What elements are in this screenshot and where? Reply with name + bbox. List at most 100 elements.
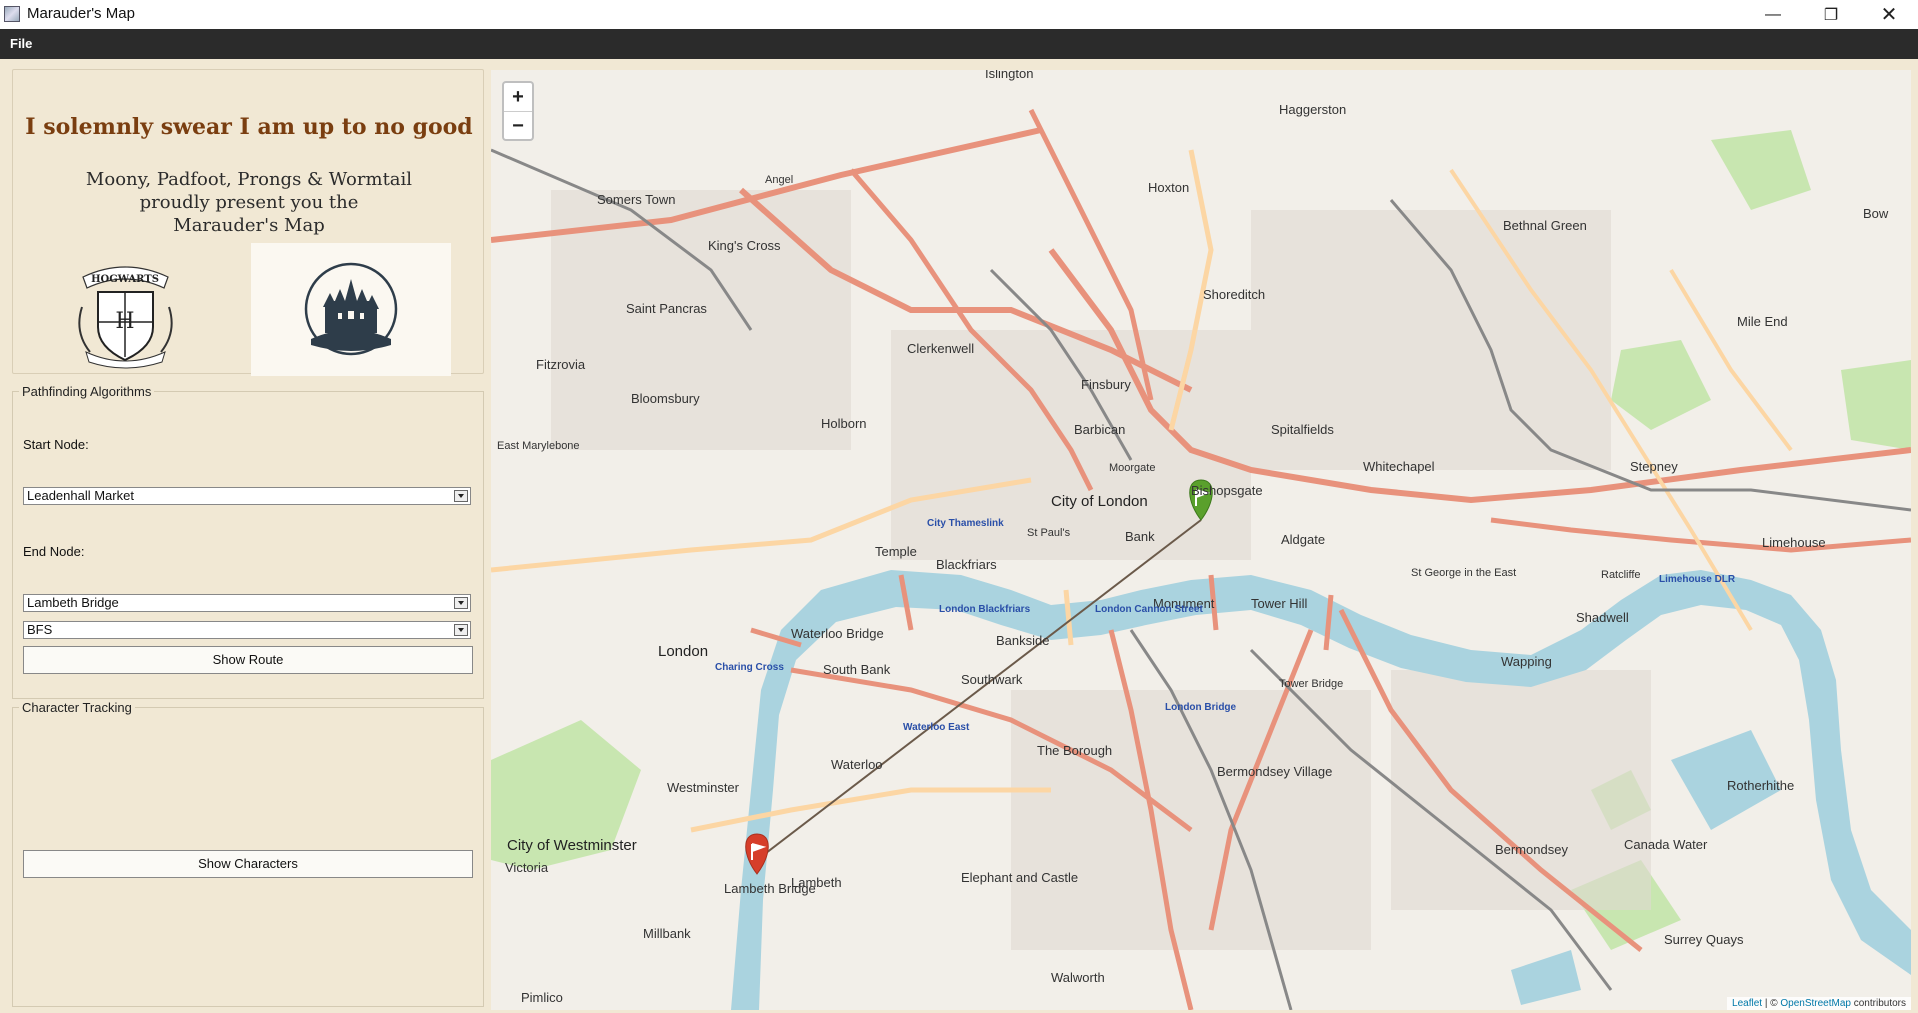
start-node-select[interactable]: Leadenhall Market xyxy=(23,487,471,505)
map-label: Somers Town xyxy=(597,192,676,207)
map-label: Canada Water xyxy=(1624,837,1708,852)
map-label: Charing Cross xyxy=(715,662,784,673)
map-label: Bermondsey Village xyxy=(1217,764,1333,779)
map-label: Bloomsbury xyxy=(631,391,700,406)
map-label: East Marylebone xyxy=(497,440,580,452)
castle-icon xyxy=(304,262,398,356)
map-label: Wapping xyxy=(1501,654,1552,669)
map-label: City of Westminster xyxy=(507,837,637,854)
start-node-label: Start Node: xyxy=(23,437,89,452)
chevron-down-icon[interactable] xyxy=(454,624,468,636)
map-label: Holborn xyxy=(821,416,867,431)
character-tracking-title: Character Tracking xyxy=(19,700,135,715)
map-label: Limehouse DLR xyxy=(1659,574,1736,585)
map-label: Bermondsey xyxy=(1495,842,1568,857)
end-node-value: Lambeth Bridge xyxy=(27,595,119,610)
map-label: Shoreditch xyxy=(1203,287,1266,302)
algorithm-select[interactable]: BFS xyxy=(23,621,471,639)
show-route-button[interactable]: Show Route xyxy=(23,646,473,674)
map-label: Moorgate xyxy=(1109,462,1156,474)
map-label: Tower Hill xyxy=(1251,596,1308,611)
pathfinding-group: Pathfinding Algorithms Start Node: Leade… xyxy=(12,384,484,699)
map-label: City Thameslink xyxy=(927,518,1004,529)
end-node-label: End Node: xyxy=(23,544,85,559)
zoom-control: + − xyxy=(502,81,534,141)
start-node-value: Leadenhall Market xyxy=(27,488,134,503)
map-label: Haggerston xyxy=(1279,102,1347,117)
maximize-button[interactable]: ❐ xyxy=(1802,0,1860,29)
map-label: Waterloo xyxy=(831,757,883,772)
map-label: City of London xyxy=(1051,493,1148,510)
map-label: Bow xyxy=(1863,206,1889,221)
openstreetmap-link[interactable]: OpenStreetMap xyxy=(1780,998,1851,1009)
map-label: Saint Pancras xyxy=(626,301,707,316)
castle-image xyxy=(251,243,451,376)
algorithm-value: BFS xyxy=(27,622,53,637)
map-label: Ratcliffe xyxy=(1601,569,1641,581)
left-panel: I solemnly swear I am up to no good Moon… xyxy=(0,59,488,1013)
map-label: Blackfriars xyxy=(936,557,997,572)
map-label: Clerkenwell xyxy=(907,341,975,356)
menu-bar: File xyxy=(0,29,1918,59)
end-node-select[interactable]: Lambeth Bridge xyxy=(23,594,471,612)
map-label: South Bank xyxy=(823,662,891,677)
map-label: Southwark xyxy=(961,672,1023,687)
map-label: Bankside xyxy=(996,633,1050,648)
map-label: Barbican xyxy=(1074,422,1126,437)
map-label: London Cannon Street xyxy=(1095,604,1203,615)
map-label: Lambeth Bridge xyxy=(724,881,816,896)
map-label: Temple xyxy=(875,544,917,559)
chevron-down-icon[interactable] xyxy=(454,490,468,502)
map-label: Shadwell xyxy=(1576,610,1629,625)
attribution-tail: contributors xyxy=(1850,998,1906,1009)
map-label: Millbank xyxy=(643,926,691,941)
map-label: Mile End xyxy=(1737,314,1788,329)
presentation-line: Moony, Padfoot, Prongs & Wormtail xyxy=(85,169,413,190)
window-title: Marauder's Map xyxy=(27,5,135,22)
zoom-out-button[interactable]: − xyxy=(504,112,532,140)
map-label: Aldgate xyxy=(1281,532,1326,547)
map-tiles[interactable] xyxy=(491,70,1911,1010)
close-button[interactable]: ✕ xyxy=(1860,0,1918,29)
map-label: Waterloo Bridge xyxy=(791,626,884,641)
map-label: Whitechapel xyxy=(1363,459,1435,474)
map-label: Walworth xyxy=(1051,970,1105,985)
map-label: Spitalfields xyxy=(1271,422,1334,437)
menu-file[interactable]: File xyxy=(10,36,32,51)
minimize-button[interactable]: — xyxy=(1744,0,1802,29)
app-icon xyxy=(4,6,20,22)
pathfinding-title: Pathfinding Algorithms xyxy=(19,384,155,399)
oath-heading: I solemnly swear I am up to no good xyxy=(25,114,473,140)
title-bar: Marauder's Map — ❐ ✕ xyxy=(0,0,1918,29)
map-label: Bishopsgate xyxy=(1191,483,1263,498)
presentation-line: Marauder's Map xyxy=(173,215,325,236)
leaflet-link[interactable]: Leaflet xyxy=(1732,998,1762,1009)
presentation-line: proudly present you the xyxy=(139,192,359,213)
chevron-down-icon[interactable] xyxy=(454,597,468,609)
show-characters-button[interactable]: Show Characters xyxy=(23,850,473,878)
zoom-in-button[interactable]: + xyxy=(504,83,532,112)
map-label: King's Cross xyxy=(708,238,781,253)
map-label: Stepney xyxy=(1630,459,1678,474)
map-view[interactable]: Islington Haggerston Somers Town King's … xyxy=(491,70,1911,1010)
map-label: Bank xyxy=(1125,529,1155,544)
map-label: Bethnal Green xyxy=(1503,218,1587,233)
map-label: The Borough xyxy=(1037,743,1113,758)
map-label: London xyxy=(658,643,709,660)
attribution-separator: | © xyxy=(1762,998,1781,1009)
map-label: Hoxton xyxy=(1148,180,1190,195)
map-label: London Bridge xyxy=(1165,702,1237,713)
map-label: Rotherhithe xyxy=(1727,778,1795,793)
map-label: Tower Bridge xyxy=(1279,678,1344,690)
map-label: Angel xyxy=(765,174,794,186)
map-label: St George in the East xyxy=(1411,567,1517,579)
crest-text: HOGWARTS xyxy=(91,274,159,285)
map-attribution: Leaflet | © OpenStreetMap contributors xyxy=(1727,997,1911,1010)
map-label: Finsbury xyxy=(1081,377,1131,392)
presentation-text: Moony, Padfoot, Prongs & Wormtail proudl… xyxy=(13,168,485,237)
map-label: Fitzrovia xyxy=(536,357,586,372)
map-label: Westminster xyxy=(667,780,739,795)
svg-text:H: H xyxy=(115,309,134,334)
header-card: I solemnly swear I am up to no good Moon… xyxy=(12,69,485,376)
map-label: London Blackfriars xyxy=(939,604,1031,615)
